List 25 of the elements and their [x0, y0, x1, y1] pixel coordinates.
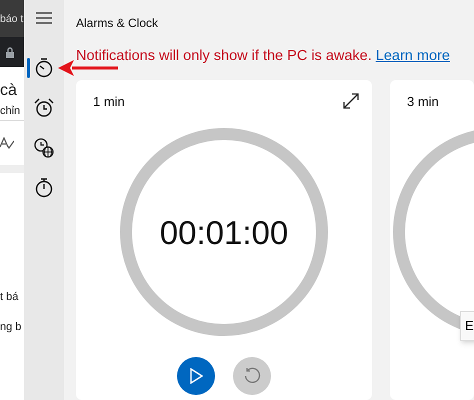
globe-clock-icon[interactable]	[34, 138, 54, 158]
learn-more-link[interactable]: Learn more	[376, 46, 450, 68]
stopwatch-icon[interactable]	[35, 178, 53, 198]
page-text: chỉn	[0, 105, 20, 117]
play-icon	[190, 368, 202, 384]
menu-icon[interactable]	[36, 12, 52, 24]
timer-card[interactable]: 1 min 00:01:00	[76, 80, 372, 400]
expand-icon[interactable]	[343, 92, 359, 109]
arrow-annotation	[58, 60, 118, 76]
timer-label: 3 min	[407, 92, 439, 111]
timer-time: 00:01:00	[158, 212, 290, 253]
timer-label: 1 min	[93, 92, 125, 111]
page-text: ng b	[0, 321, 22, 333]
window-title: Alarms & Clock	[76, 15, 160, 30]
reset-button[interactable]	[233, 356, 271, 395]
spellcheck-icon[interactable]	[0, 137, 14, 149]
page-text: t bá	[0, 291, 18, 303]
lock-icon	[6, 46, 14, 58]
reset-icon	[243, 366, 261, 385]
timer-icon[interactable]	[35, 58, 53, 78]
notification-text: Notifications will only show if the PC is awake.	[76, 47, 372, 66]
tooltip: E	[460, 311, 474, 341]
page-text: cà	[0, 82, 17, 99]
alarm-clock-icon[interactable]	[34, 98, 54, 118]
play-button[interactable]	[177, 356, 215, 395]
